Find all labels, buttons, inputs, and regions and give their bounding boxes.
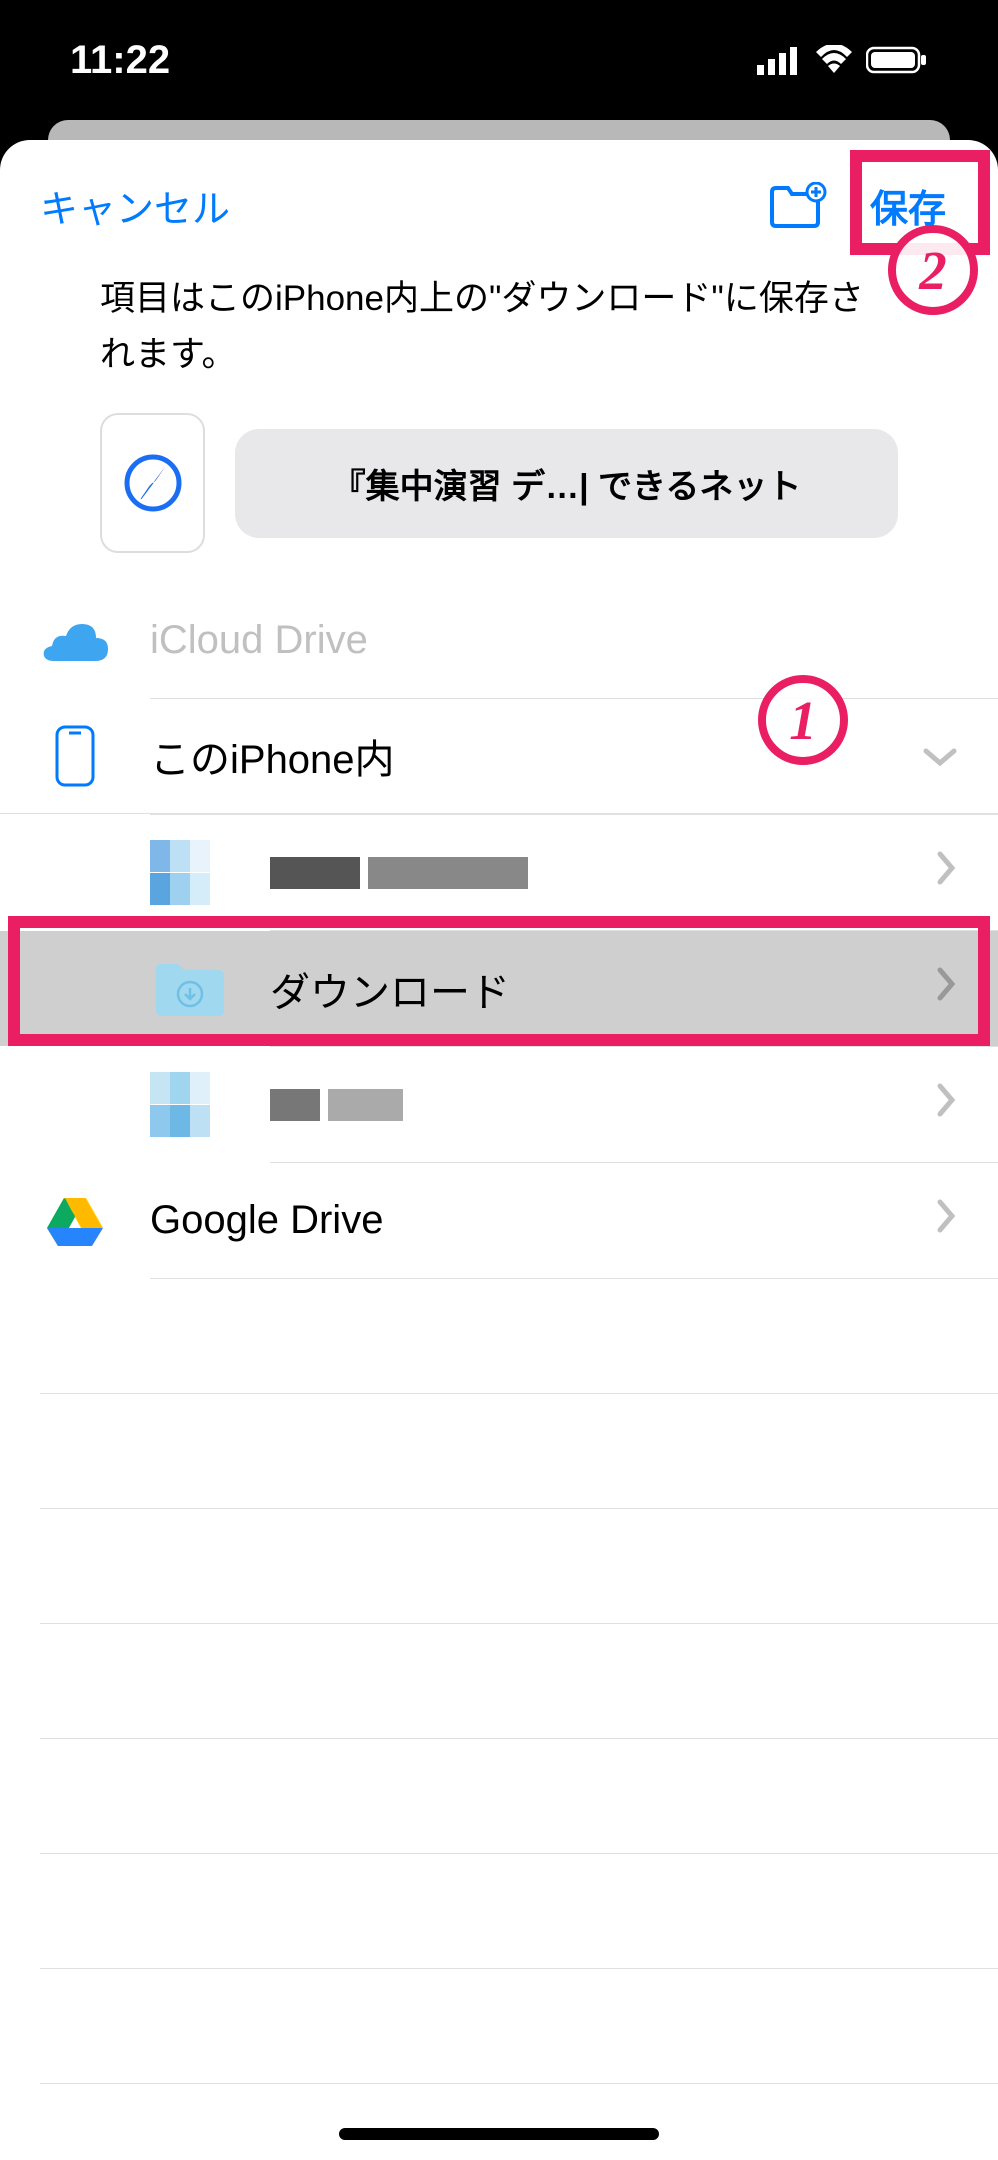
annotation-highlight-1: [8, 916, 990, 1046]
empty-row: [40, 1969, 998, 2084]
status-time: 11:22: [70, 38, 170, 83]
cellular-icon: [757, 45, 802, 75]
location-iphone[interactable]: このiPhone内: [0, 699, 998, 814]
folder-label-blurred: [270, 1089, 934, 1121]
chevron-right-icon: [934, 1082, 958, 1128]
empty-row: [40, 1624, 998, 1739]
empty-row: [40, 1509, 998, 1624]
empty-row: [40, 1739, 998, 1854]
folder-icon-blurred: [150, 840, 230, 905]
icloud-label: iCloud Drive: [150, 618, 958, 663]
empty-row: [40, 1854, 998, 1969]
folder-icon-blurred: [150, 1072, 230, 1137]
file-thumbnail: [100, 413, 205, 553]
save-description: 項目はこのiPhone内上の"ダウンロード"に保存されます。: [0, 261, 998, 413]
chevron-right-icon: [934, 1198, 958, 1244]
save-sheet: キャンセル 保存 項目はこのiPhone内上の"ダウンロード"に保存されます。 …: [0, 140, 998, 2160]
file-title: 『集中演習 デ…| できるネット: [235, 429, 898, 538]
location-list: iCloud Drive このiPhone内: [0, 583, 998, 2084]
chevron-right-icon: [934, 850, 958, 896]
status-icons: [757, 45, 928, 75]
new-folder-icon[interactable]: [768, 182, 828, 230]
location-gdrive[interactable]: Google Drive: [0, 1163, 998, 1278]
icloud-icon: [40, 606, 110, 676]
chevron-down-icon: [922, 734, 958, 779]
cancel-button[interactable]: キャンセル: [40, 178, 230, 233]
folder-row-blurred-1[interactable]: [0, 815, 998, 930]
gdrive-icon: [40, 1186, 110, 1256]
annotation-badge-1: 1: [758, 675, 848, 765]
wifi-icon: [814, 45, 854, 75]
folder-row-blurred-2[interactable]: [0, 1047, 998, 1162]
location-icloud: iCloud Drive: [0, 583, 998, 698]
gdrive-label: Google Drive: [150, 1198, 934, 1243]
file-preview-row: 『集中演習 デ…| できるネット: [0, 413, 998, 583]
folder-label-blurred: [270, 857, 934, 889]
status-bar: 11:22: [0, 0, 998, 120]
annotation-badge-2: 2: [888, 225, 978, 315]
battery-icon: [866, 45, 928, 75]
empty-row: [40, 1394, 998, 1509]
empty-row: [40, 1279, 998, 1394]
safari-icon: [123, 453, 183, 513]
iphone-icon: [40, 721, 110, 791]
nav-bar: キャンセル 保存: [0, 140, 998, 261]
home-indicator[interactable]: [339, 2128, 659, 2140]
